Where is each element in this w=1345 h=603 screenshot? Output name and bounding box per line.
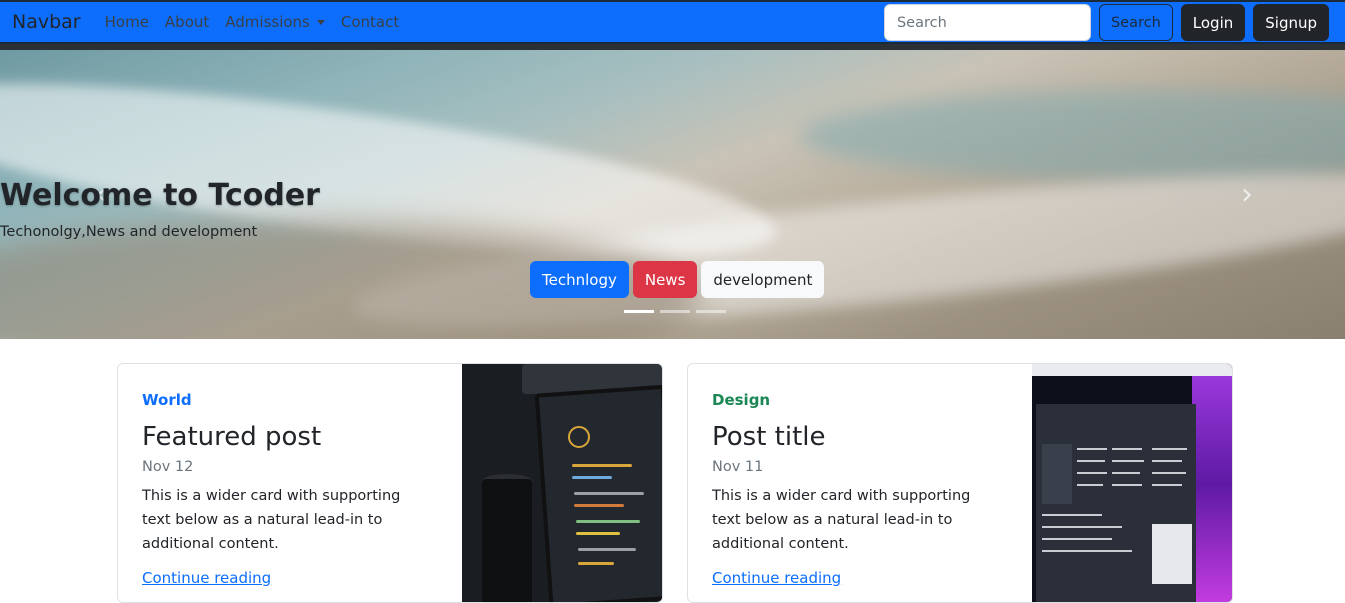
screen-text-line (1077, 448, 1107, 450)
search-button[interactable]: Search (1098, 4, 1173, 41)
screen-text-line (1112, 484, 1142, 486)
code-line (572, 476, 612, 479)
nav-dropdown-label: Admissions (225, 13, 310, 31)
navbar-actions: Search Login Signup (883, 4, 1329, 41)
nav-link-contact[interactable]: Contact (341, 13, 399, 31)
screen-text-line (1152, 448, 1187, 450)
card-title: Post title (712, 422, 826, 452)
screen-text-line (1042, 526, 1122, 528)
screen-panel (1042, 444, 1072, 504)
login-button[interactable]: Login (1180, 4, 1246, 41)
screen-edge-shape (1032, 364, 1232, 376)
screen-text-line (1077, 460, 1105, 462)
card-category: Design (712, 391, 771, 409)
code-line (576, 532, 620, 535)
screen-text-line (1152, 472, 1186, 474)
nav-dropdown-admissions[interactable]: Admissions (225, 13, 325, 31)
screen-text-line (1152, 484, 1182, 486)
screen-text-line (1042, 550, 1132, 552)
code-line (574, 504, 624, 507)
news-button[interactable]: News (632, 261, 698, 298)
carousel-indicators (624, 310, 732, 313)
nav-link-home[interactable]: Home (105, 13, 149, 31)
carousel-title: Welcome to Tcoder (0, 178, 320, 213)
screen-text-line (1042, 514, 1102, 516)
code-line (574, 492, 644, 495)
carousel-indicator-1[interactable] (624, 310, 654, 313)
screen-text-line (1112, 448, 1142, 450)
search-input[interactable] (883, 4, 1091, 41)
card-date: Nov 11 (712, 459, 764, 475)
code-line (572, 464, 632, 467)
screen-text-line (1112, 460, 1144, 462)
logo-shape (568, 426, 590, 448)
continue-reading-link[interactable]: Continue reading (142, 569, 271, 587)
carousel-indicator-2[interactable] (660, 310, 690, 313)
card-thumbnail-image (462, 364, 662, 602)
carousel-subtitle: Techonolgy,News and development (0, 224, 258, 240)
featured-post-card: World Featured post Nov 12 This is a wid… (117, 363, 663, 603)
post-card: Design Post title Nov 11 This is a wider… (687, 363, 1233, 603)
cup-shape (482, 479, 532, 602)
screen-text-line (1042, 538, 1112, 540)
card-text: This is a wider card with supporting tex… (712, 488, 971, 552)
nav-links: Home About Admissions Contact (105, 13, 416, 31)
card-category: World (142, 391, 192, 409)
technology-button[interactable]: Technlogy (530, 261, 629, 298)
card-title: Featured post (142, 422, 322, 452)
screen-text-line (1077, 472, 1107, 474)
carousel-buttons: Technlogy News development (530, 261, 828, 298)
code-line (578, 548, 636, 551)
card-text: This is a wider card with supporting tex… (142, 488, 401, 552)
screen-text-line (1152, 460, 1182, 462)
screen-panel (1152, 524, 1192, 584)
development-button[interactable]: development (701, 261, 825, 298)
code-line (578, 562, 614, 565)
card-thumbnail-image (1032, 364, 1232, 602)
screen-text-line (1112, 472, 1140, 474)
hero-carousel: ‹ › Welcome to Tcoder Techonolgy,News an… (0, 50, 1345, 339)
ocean-image-part (800, 90, 1345, 180)
carousel-indicator-3[interactable] (696, 310, 726, 313)
signup-button[interactable]: Signup (1253, 4, 1329, 41)
navbar: Navbar Home About Admissions Contact Sea… (0, 0, 1345, 44)
navbar-brand[interactable]: Navbar (12, 11, 81, 33)
screen-text-line (1077, 484, 1103, 486)
screen-glow-shape (1192, 364, 1232, 602)
continue-reading-link[interactable]: Continue reading (712, 569, 841, 587)
card-date: Nov 12 (142, 459, 194, 475)
code-line (576, 520, 640, 523)
caret-down-icon (316, 19, 325, 25)
nav-link-about[interactable]: About (165, 13, 209, 31)
